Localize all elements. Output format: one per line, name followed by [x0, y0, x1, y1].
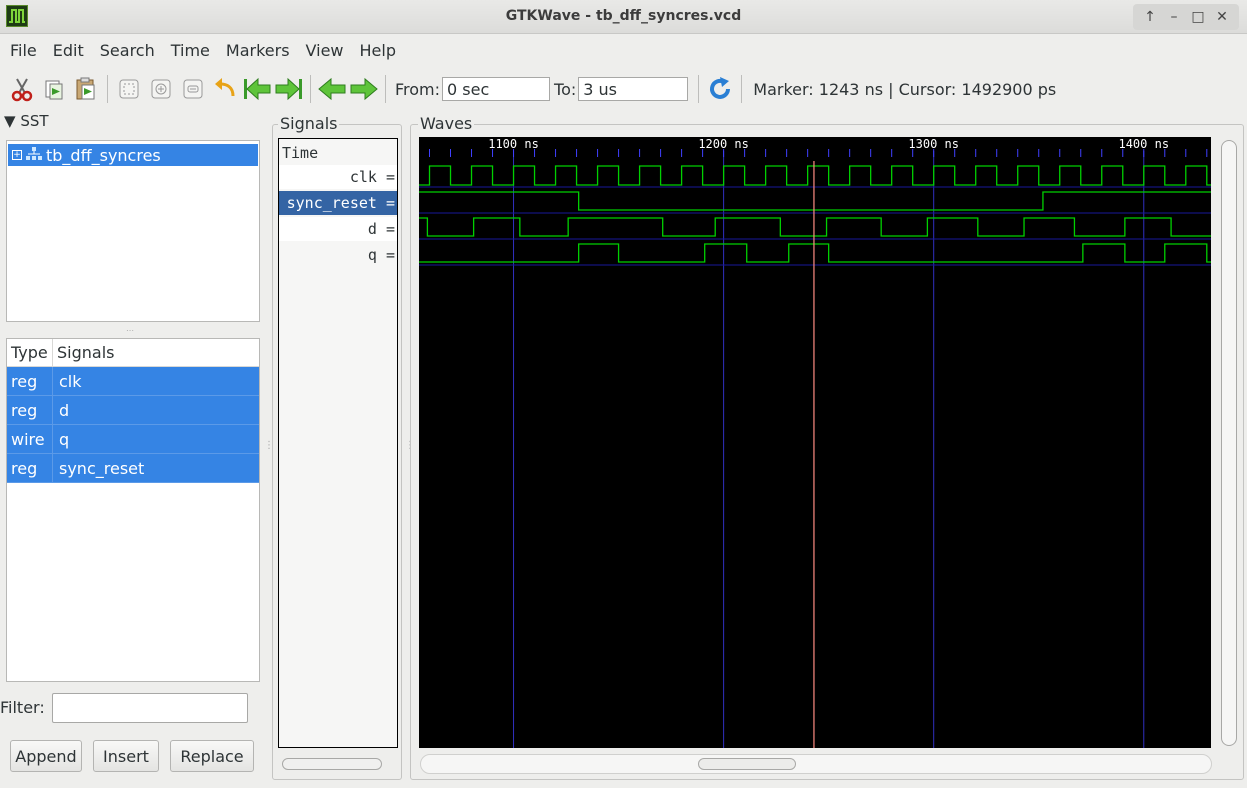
signal-type: reg — [7, 367, 53, 395]
time-label: 1400 ns — [1118, 137, 1169, 151]
waves-hscroll-track[interactable] — [420, 754, 1212, 774]
time-label: 1200 ns — [698, 137, 749, 151]
pane-grip[interactable]: ⋯ — [124, 326, 136, 335]
signal-name: clk — [59, 371, 82, 391]
waveform-q — [419, 243, 1211, 263]
toolbar-separator — [310, 75, 311, 103]
toolbar-separator — [107, 75, 108, 103]
title-bar: GTKWave - tb_dff_syncres.vcd ↑ – □ ✕ — [0, 0, 1247, 34]
menu-edit[interactable]: Edit — [47, 41, 90, 60]
signals-list: Time clk = sync_reset = d = q = — [278, 138, 398, 748]
menu-time[interactable]: Time — [165, 41, 216, 60]
replace-button[interactable]: Replace — [170, 740, 254, 772]
waveform-sync-reset — [419, 191, 1211, 211]
list-item[interactable]: reg sync_reset — [7, 454, 259, 483]
undo-zoom-icon[interactable] — [209, 73, 241, 105]
menu-search[interactable]: Search — [94, 41, 161, 60]
to-time-input[interactable]: 3 us — [578, 77, 689, 101]
shift-right-icon[interactable] — [348, 73, 380, 105]
waveform-clk — [419, 165, 1211, 186]
signal-name: q — [59, 429, 70, 449]
hierarchy-icon — [26, 146, 42, 165]
filter-input[interactable] — [52, 693, 248, 723]
signal-row-sync-reset[interactable]: sync_reset = — [279, 191, 397, 215]
cut-icon[interactable] — [6, 73, 38, 105]
copy-icon[interactable] — [38, 73, 70, 105]
signal-type: wire — [7, 425, 53, 453]
paste-icon[interactable] — [70, 73, 102, 105]
signals-hscrollbar[interactable] — [282, 758, 382, 770]
goto-end-icon[interactable] — [273, 73, 305, 105]
reload-icon[interactable] — [704, 73, 736, 105]
waveform-canvas[interactable]: 1100 ns 1200 ns 1300 ns 1400 ns — [419, 137, 1211, 748]
menu-file[interactable]: File — [4, 41, 43, 60]
window-title: GTKWave - tb_dff_syncres.vcd — [505, 8, 742, 24]
waveform-d — [419, 217, 1211, 237]
time-label: 1100 ns — [488, 137, 539, 151]
tree-item-tb-dff-syncres[interactable]: + tb_dff_syncres — [8, 144, 258, 166]
signal-row-time[interactable]: Time — [279, 141, 397, 165]
goto-start-icon[interactable] — [241, 73, 273, 105]
signal-row-q[interactable]: q = — [279, 243, 397, 267]
marker-cursor-readout: Marker: 1243 ns | Cursor: 1492900 ps — [753, 79, 1057, 99]
wave-display[interactable]: 1100 ns 1200 ns 1300 ns 1400 ns — [419, 137, 1211, 748]
sst-expander[interactable]: ▼ SST — [4, 112, 264, 134]
sst-header-label: SST — [20, 112, 49, 130]
triangle-down-icon: ▼ — [4, 112, 16, 130]
signal-type: reg — [7, 454, 53, 482]
menu-bar: File Edit Search Time Markers View Help — [0, 35, 1247, 65]
signal-type: reg — [7, 396, 53, 424]
waves-hscroll-thumb[interactable] — [698, 758, 796, 770]
column-signals[interactable]: Signals — [53, 343, 114, 362]
signal-row-d[interactable]: d = — [279, 217, 397, 241]
append-button[interactable]: Append — [10, 740, 82, 772]
signal-name: d — [59, 400, 70, 420]
close-icon[interactable]: ✕ — [1211, 6, 1233, 28]
signal-row-clk[interactable]: clk = — [279, 165, 397, 189]
from-label: From: — [395, 79, 441, 99]
signal-name: sync_reset — [59, 458, 145, 478]
window-controls: ↑ – □ ✕ — [1133, 4, 1239, 30]
menu-view[interactable]: View — [300, 41, 350, 60]
list-item[interactable]: reg d — [7, 396, 259, 425]
gtkwave-window: GTKWave - tb_dff_syncres.vcd ↑ – □ ✕ Fil… — [0, 0, 1247, 788]
toolbar: From: 0 sec To: 3 us Marker: 1243 ns | C… — [0, 66, 1247, 112]
signals-title: Signals — [278, 114, 340, 133]
column-type[interactable]: Type — [7, 339, 53, 366]
minimize-icon[interactable]: – — [1163, 6, 1185, 28]
toolbar-separator — [385, 75, 386, 103]
keep-above-icon[interactable]: ↑ — [1139, 6, 1161, 28]
expand-plus-icon[interactable]: + — [12, 150, 22, 160]
maximize-icon[interactable]: □ — [1187, 6, 1209, 28]
zoom-out-icon[interactable] — [177, 73, 209, 105]
time-label: 1300 ns — [908, 137, 959, 151]
sst-tree: + tb_dff_syncres — [6, 140, 260, 322]
tree-item-label: tb_dff_syncres — [46, 145, 161, 165]
toolbar-separator — [698, 75, 700, 103]
zoom-in-icon[interactable] — [145, 73, 177, 105]
insert-button[interactable]: Insert — [93, 740, 159, 772]
from-time-input[interactable]: 0 sec — [442, 77, 551, 101]
toolbar-separator — [741, 75, 743, 103]
to-label: To: — [554, 79, 577, 99]
zoom-fit-icon[interactable] — [113, 73, 145, 105]
waves-title: Waves — [418, 114, 475, 133]
signal-type-list: Type Signals reg clk reg d wire q reg sync_r… — [6, 338, 260, 682]
menu-help[interactable]: Help — [354, 41, 402, 60]
shift-left-icon[interactable] — [316, 73, 348, 105]
list-item[interactable]: wire q — [7, 425, 259, 454]
list-header: Type Signals — [7, 339, 259, 367]
menu-markers[interactable]: Markers — [220, 41, 296, 60]
waves-vscrollbar[interactable] — [1221, 140, 1237, 746]
list-item[interactable]: reg clk — [7, 367, 259, 396]
filter-label: Filter: — [0, 698, 45, 717]
